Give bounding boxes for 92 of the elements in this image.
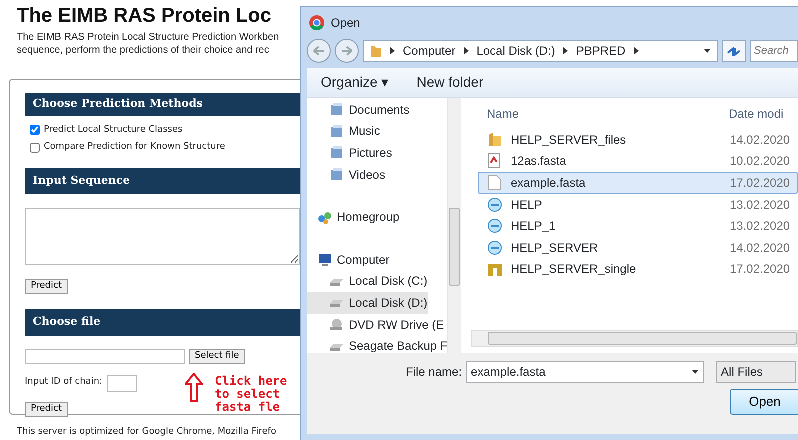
nav-item[interactable]: Documents: [307, 99, 410, 121]
file-name: HELP_SERVER_single: [511, 261, 636, 278]
column-header[interactable]: Name: [471, 104, 729, 122]
column-header[interactable]: Date modi: [729, 104, 784, 122]
file-row[interactable]: 12as.fasta 10.02.2020: [478, 150, 798, 172]
footer-text: This server is optimized for Google Chrome, Mozilla Firefo: [17, 426, 278, 439]
section-header: Choose Prediction Methods: [25, 93, 300, 116]
library-icon: [329, 124, 345, 139]
predict-button[interactable]: Predict: [25, 402, 68, 416]
file-name: HELP_SERVER: [511, 240, 598, 257]
back-icon: [313, 46, 325, 56]
computer-icon: [317, 252, 333, 268]
path-segment[interactable]: Local Disk (D:): [476, 42, 556, 60]
annotation-text: Click here: [215, 374, 288, 388]
nav-item[interactable]: DVD RW Drive (E: [307, 314, 444, 336]
folder-icon: [370, 44, 382, 58]
file-date: 10.02.2020: [730, 153, 790, 170]
folder-icon: [487, 132, 503, 148]
file-date: 14.02.2020: [730, 240, 790, 257]
app-icon: [309, 15, 325, 31]
file-date: 17.02.2020: [730, 174, 790, 192]
open-button[interactable]: Open: [730, 389, 798, 415]
select-file-button[interactable]: Select file: [189, 348, 246, 364]
file-name: 12as.fasta: [511, 153, 566, 170]
file-row[interactable]: HELP_SERVER 14.02.2020: [478, 236, 798, 259]
file-icon: [487, 174, 503, 191]
nav-item[interactable]: Local Disk (D:): [307, 292, 428, 314]
annotation-text: to select: [215, 388, 282, 400]
scrollbar[interactable]: [471, 330, 798, 347]
nav-item[interactable]: Seagate Backup F: [307, 335, 448, 357]
nav-item[interactable]: Homegroup: [307, 206, 400, 228]
file-row[interactable]: HELP_1 13.02.2020: [478, 215, 798, 237]
file-name: HELP_SERVER_files: [511, 132, 626, 149]
file-row[interactable]: HELP_SERVER_files 14.02.2020: [478, 129, 798, 151]
annotation-text: fasta fle: [215, 400, 282, 414]
file-name: HELP_1: [511, 218, 556, 236]
file-date: 17.02.2020: [730, 261, 790, 278]
file-name-field[interactable]: example.fasta: [466, 361, 704, 383]
library-icon: [329, 145, 345, 160]
address-bar[interactable]: Computer Local Disk (D:) PBPRED: [363, 40, 718, 62]
chevron-icon: [390, 47, 395, 55]
file-date: 14.02.2020: [730, 132, 790, 149]
file-date: 13.02.2020: [730, 218, 790, 236]
library-icon: [329, 167, 345, 182]
sequence-field[interactable]: [25, 208, 300, 265]
window-title: Open: [331, 15, 360, 32]
toolbar-button[interactable]: New folder: [416, 72, 484, 93]
page-title: The EIMB RAS Protein Loc: [17, 5, 272, 27]
checkbox[interactable]: [30, 125, 40, 136]
file-path-field[interactable]: [25, 348, 185, 364]
nav-item[interactable]: Pictures: [307, 142, 392, 164]
path-segment[interactable]: PBPRED: [576, 42, 626, 60]
caret-icon: [692, 370, 700, 374]
section-header: Choose file: [25, 309, 300, 336]
checkbox[interactable]: [30, 142, 40, 153]
file-type-dropdown[interactable]: All Files: [716, 361, 796, 383]
nav-item[interactable]: Local Disk (C:): [307, 270, 428, 292]
dvd-icon: [329, 317, 345, 332]
file-name: HELP: [511, 196, 542, 214]
forward-icon: [341, 46, 353, 56]
caret-icon: [704, 49, 711, 53]
nav-item[interactable]: Videos: [307, 164, 386, 186]
library-icon: [329, 102, 345, 118]
refresh-button[interactable]: [722, 40, 746, 62]
predict-button[interactable]: Predict: [25, 279, 68, 294]
back-button[interactable]: [307, 39, 331, 63]
forward-button[interactable]: [335, 39, 359, 63]
chain-id-field[interactable]: [106, 374, 137, 392]
chevron-icon: [464, 47, 469, 55]
nav-item[interactable]: Music: [307, 120, 380, 142]
option-label: Predict Local Structure Classes: [44, 124, 183, 136]
path-segment[interactable]: Computer: [403, 42, 456, 60]
intro-text: sequence, perform the predictions of their choice and rec: [17, 44, 270, 57]
nav-item[interactable]: Computer: [307, 248, 390, 271]
arrow-icon: [185, 372, 203, 402]
intro-text: The EIMB RAS Protein Local Structure Prediction Workben: [17, 31, 280, 44]
scrollbar[interactable]: [447, 98, 461, 353]
refresh-icon: [727, 46, 741, 57]
file-row[interactable]: HELP_SERVER_single 17.02.2020: [478, 258, 798, 280]
file-row[interactable]: example.fasta 17.02.2020: [478, 172, 798, 194]
toolbar-button[interactable]: Organize ▾: [321, 72, 389, 93]
file-date: 13.02.2020: [730, 196, 790, 214]
chevron-icon: [563, 47, 568, 55]
file-name: example.fasta: [511, 174, 586, 192]
search-field[interactable]: Search: [750, 40, 798, 62]
option-label: Compare Prediction for Known Structure: [44, 141, 226, 154]
file-row[interactable]: HELP 13.02.2020: [478, 194, 798, 216]
chevron-icon: [634, 47, 639, 55]
section-header: Input Sequence: [25, 168, 300, 194]
field-label: File name:: [406, 364, 462, 381]
homegroup-icon: [317, 210, 333, 225]
chain-label: Input ID of chain:: [25, 376, 103, 390]
